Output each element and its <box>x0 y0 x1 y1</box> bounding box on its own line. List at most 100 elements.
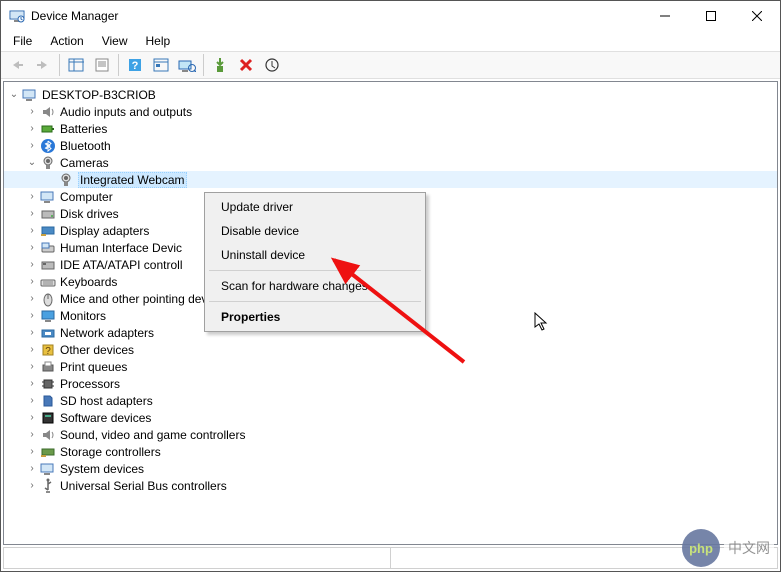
menu-view[interactable]: View <box>94 32 136 50</box>
software-icon <box>40 410 56 426</box>
network-icon <box>40 325 56 341</box>
scan-hardware-button[interactable] <box>175 54 199 76</box>
tree-item-print-queues[interactable]: › Print queues <box>4 358 777 375</box>
tree-item-storage-controllers[interactable]: › Storage controllers <box>4 443 777 460</box>
display-adapter-icon <box>40 223 56 239</box>
battery-icon <box>40 121 56 137</box>
expand-icon[interactable]: › <box>24 123 40 134</box>
tree-item-sd-host[interactable]: › SD host adapters <box>4 392 777 409</box>
expand-icon[interactable]: › <box>24 106 40 117</box>
ctx-separator <box>209 270 421 271</box>
ctx-update-driver[interactable]: Update driver <box>207 195 423 219</box>
expand-icon[interactable]: › <box>24 378 40 389</box>
tree-item-sound-video[interactable]: › Sound, video and game controllers <box>4 426 777 443</box>
context-menu: Update driver Disable device Uninstall d… <box>204 192 426 332</box>
expand-icon[interactable]: › <box>24 310 40 321</box>
usb-icon <box>40 478 56 494</box>
help-button[interactable]: ? <box>123 54 147 76</box>
expand-icon[interactable]: › <box>24 191 40 202</box>
expand-icon[interactable]: › <box>24 344 40 355</box>
expand-icon[interactable]: › <box>24 361 40 372</box>
tree-item-bluetooth[interactable]: › Bluetooth <box>4 137 777 154</box>
menu-help[interactable]: Help <box>138 32 179 50</box>
tree-item-usb[interactable]: › Universal Serial Bus controllers <box>4 477 777 494</box>
device-manager-window: Device Manager File Action View Help ? <box>0 0 781 572</box>
content-area: ⌄ DESKTOP-B3CRIOB › Audio inputs and out… <box>1 79 780 571</box>
toolbar-separator <box>203 54 204 76</box>
expand-icon[interactable]: › <box>24 480 40 491</box>
svg-text:?: ? <box>45 346 51 357</box>
storage-icon <box>40 444 56 460</box>
sd-icon <box>40 393 56 409</box>
menubar: File Action View Help <box>1 31 780 51</box>
toolbar-separator <box>59 54 60 76</box>
expand-icon[interactable]: › <box>24 140 40 151</box>
device-tree[interactable]: ⌄ DESKTOP-B3CRIOB › Audio inputs and out… <box>3 81 778 545</box>
mouse-cursor-icon <box>534 312 550 332</box>
expand-icon[interactable]: › <box>24 412 40 423</box>
sound-icon <box>40 427 56 443</box>
watermark-text: 中文网 <box>724 536 774 560</box>
system-icon <box>40 461 56 477</box>
ctx-scan-hardware[interactable]: Scan for hardware changes <box>207 274 423 298</box>
collapse-icon[interactable]: ⌄ <box>24 157 40 168</box>
disable-device-button[interactable] <box>260 54 284 76</box>
disk-icon <box>40 206 56 222</box>
webcam-icon <box>58 172 74 188</box>
window-title: Device Manager <box>31 9 642 23</box>
maximize-button[interactable] <box>688 1 734 31</box>
mouse-icon <box>40 291 56 307</box>
hid-icon <box>40 240 56 256</box>
ctx-disable-device[interactable]: Disable device <box>207 219 423 243</box>
menu-action[interactable]: Action <box>42 32 91 50</box>
tree-item-processors[interactable]: › Processors <box>4 375 777 392</box>
tree-item-integrated-webcam[interactable]: Integrated Webcam <box>4 171 777 188</box>
bluetooth-icon <box>40 138 56 154</box>
tree-item-other[interactable]: › ? Other devices <box>4 341 777 358</box>
other-icon: ? <box>40 342 56 358</box>
back-button[interactable] <box>5 54 29 76</box>
svg-text:?: ? <box>132 60 139 72</box>
tree-root[interactable]: ⌄ DESKTOP-B3CRIOB <box>4 86 777 103</box>
expand-icon[interactable]: › <box>24 429 40 440</box>
properties-button[interactable] <box>90 54 114 76</box>
minimize-button[interactable] <box>642 1 688 31</box>
tree-root-label: DESKTOP-B3CRIOB <box>42 88 156 102</box>
ctx-properties[interactable]: Properties <box>207 305 423 329</box>
tree-item-batteries[interactable]: › Batteries <box>4 120 777 137</box>
app-icon <box>9 8 25 24</box>
titlebar: Device Manager <box>1 1 780 31</box>
expand-icon[interactable]: › <box>24 293 40 304</box>
printer-icon <box>40 359 56 375</box>
expand-icon[interactable]: › <box>24 327 40 338</box>
window-controls <box>642 1 780 31</box>
watermark-logo: php <box>682 529 720 567</box>
close-button[interactable] <box>734 1 780 31</box>
tree-item-audio[interactable]: › Audio inputs and outputs <box>4 103 777 120</box>
monitor-icon <box>40 308 56 324</box>
collapse-icon[interactable]: ⌄ <box>6 89 22 100</box>
expand-icon[interactable]: › <box>24 446 40 457</box>
expand-icon[interactable]: › <box>24 259 40 270</box>
ctx-separator <box>209 301 421 302</box>
update-driver-button[interactable] <box>208 54 232 76</box>
processor-icon <box>40 376 56 392</box>
watermark: php 中文网 <box>682 529 774 567</box>
action-button[interactable] <box>149 54 173 76</box>
expand-icon[interactable]: › <box>24 225 40 236</box>
expand-icon[interactable]: › <box>24 242 40 253</box>
tree-item-cameras[interactable]: ⌄ Cameras <box>4 154 777 171</box>
tree-item-software[interactable]: › Software devices <box>4 409 777 426</box>
expand-icon[interactable]: › <box>24 395 40 406</box>
ctx-uninstall-device[interactable]: Uninstall device <box>207 243 423 267</box>
show-hide-tree-button[interactable] <box>64 54 88 76</box>
expand-icon[interactable]: › <box>24 463 40 474</box>
tree-item-system[interactable]: › System devices <box>4 460 777 477</box>
uninstall-device-button[interactable] <box>234 54 258 76</box>
expand-icon[interactable]: › <box>24 208 40 219</box>
computer-icon <box>22 87 38 103</box>
menu-file[interactable]: File <box>5 32 40 50</box>
status-bar <box>3 547 778 569</box>
expand-icon[interactable]: › <box>24 276 40 287</box>
forward-button[interactable] <box>31 54 55 76</box>
